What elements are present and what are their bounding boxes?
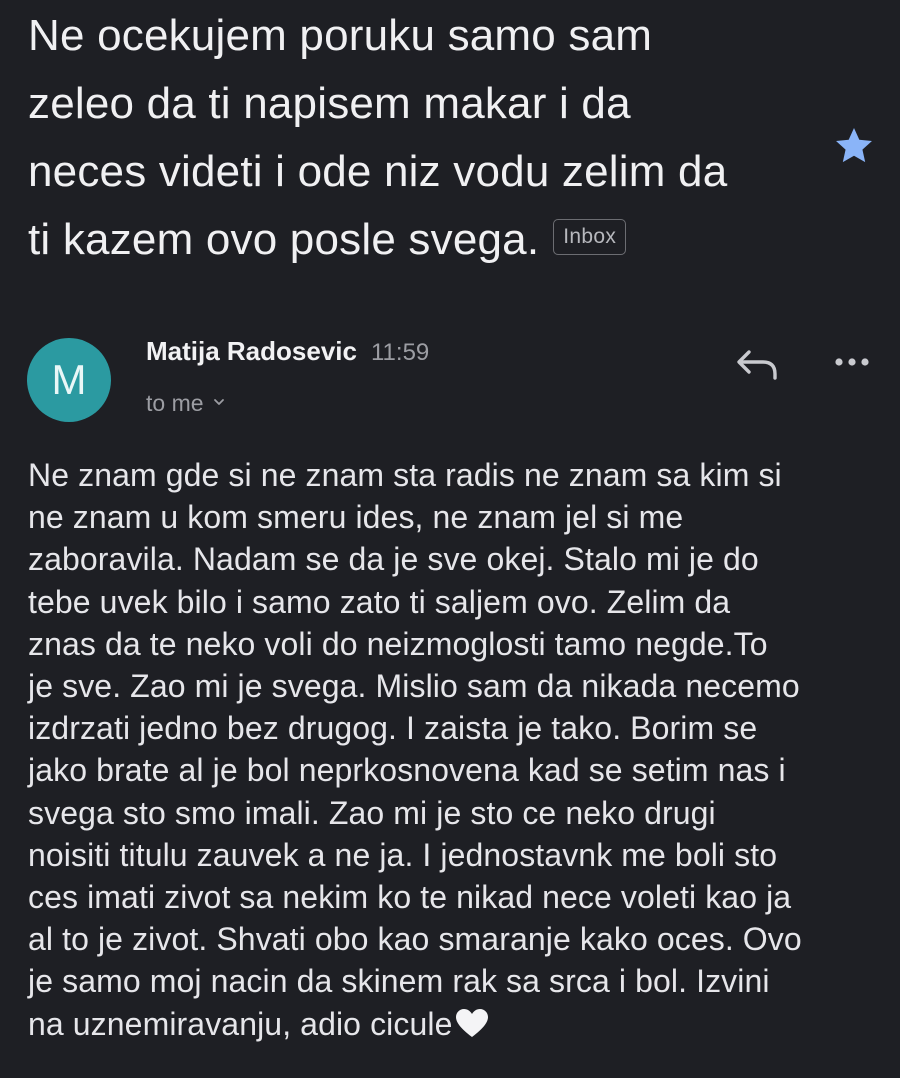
body-line: zaboravila. Nadam se da je sve okej. Sta… xyxy=(28,541,759,578)
body-line: tebe uvek bilo i samo zato ti saljem ovo… xyxy=(28,583,731,620)
body-line-last: na uznemiravanju, adio cicule xyxy=(28,1003,888,1045)
more-options-icon[interactable] xyxy=(828,348,876,376)
body-line: ces imati zivot sa nekim ko te nikad nec… xyxy=(28,879,792,916)
subject-line: neces videti i ode niz vodu zelim da xyxy=(28,147,728,196)
email-subject-area: Ne ocekujem poruku samo sam zeleo da ti n… xyxy=(28,2,808,274)
body-line: jako brate al je bol neprkosnovena kad s… xyxy=(28,752,786,789)
avatar[interactable]: M xyxy=(27,338,111,422)
body-line: znas da te neko voli do neizmoglosti tam… xyxy=(28,625,768,662)
sender-name[interactable]: Matija Radosevic xyxy=(146,336,357,366)
chevron-down-icon xyxy=(213,399,224,405)
email-subject: Ne ocekujem poruku samo sam zeleo da ti n… xyxy=(28,2,808,274)
white-heart-icon xyxy=(456,1009,489,1038)
recipient-details-toggle[interactable]: to me xyxy=(146,390,226,417)
body-line: svega sto smo imali. Zao mi je sto ce ne… xyxy=(28,794,716,831)
sent-time: 11:59 xyxy=(370,339,430,366)
body-line: je sve. Zao mi je svega. Mislio sam da n… xyxy=(28,668,800,705)
inbox-label-badge[interactable]: Inbox xyxy=(553,219,627,256)
body-line: je samo moj nacin da skinem rak sa srca … xyxy=(28,963,770,1000)
body-line: ne znam u kom smeru ides, ne znam jel si… xyxy=(28,499,684,536)
subject-line: ti kazem ovo posle svega. xyxy=(28,215,540,264)
sender-info: Matija Radosevic 11:59 xyxy=(146,336,429,367)
body-line: Ne znam gde si ne znam sta radis ne znam… xyxy=(28,457,782,493)
body-line: izdrzati jedno bez drugog. I zaista je t… xyxy=(28,710,758,747)
email-body: Ne znam gde si ne znam sta radis ne znam… xyxy=(28,454,888,1045)
star-icon[interactable] xyxy=(832,124,876,168)
subject-line: zeleo da ti napisem makar i da xyxy=(28,79,631,128)
body-line-text: na uznemiravanju, adio cicule xyxy=(28,1005,453,1042)
subject-line: Ne ocekujem poruku samo sam xyxy=(28,11,653,60)
body-line: noisiti titulu zauvek a ne ja. I jednost… xyxy=(28,836,778,873)
recipient-label: to me xyxy=(146,390,204,416)
body-line: al to je zivot. Shvati obo kao smaranje … xyxy=(28,921,802,958)
reply-icon[interactable] xyxy=(733,344,781,384)
